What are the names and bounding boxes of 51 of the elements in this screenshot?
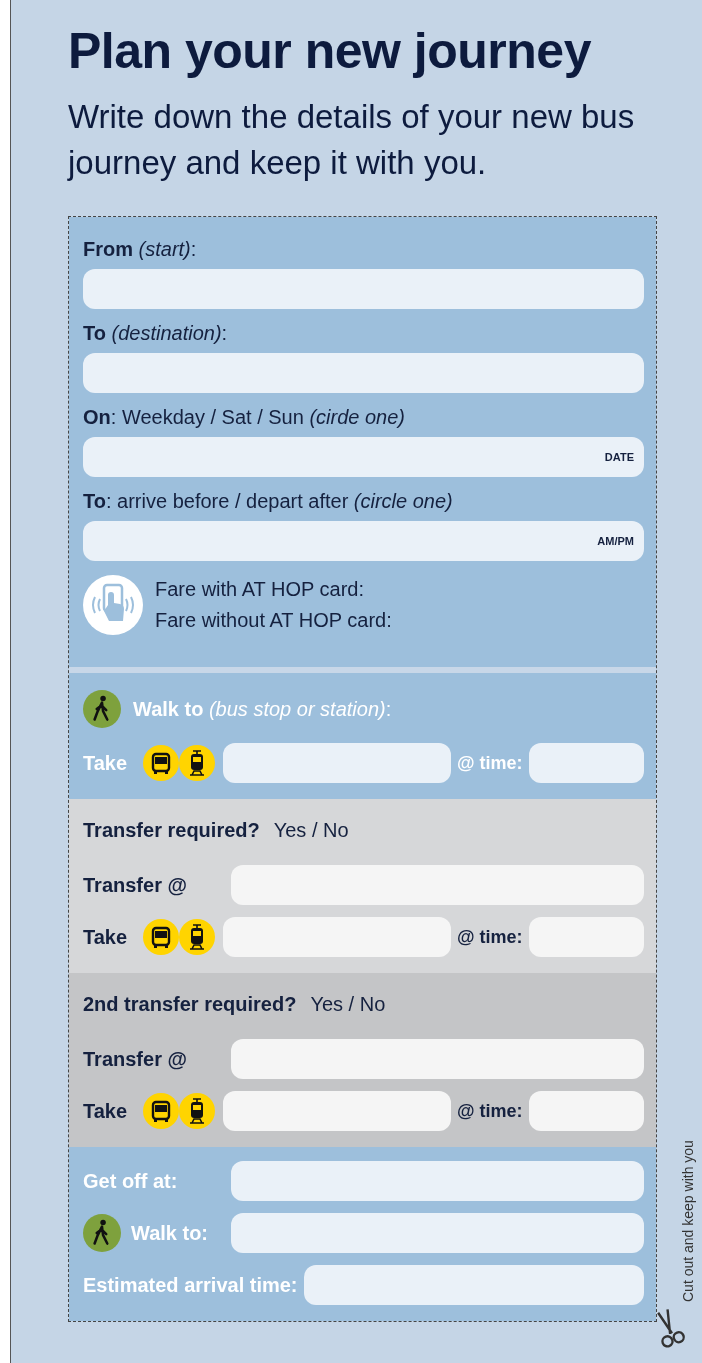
field-label: To: arrive before / depart after (circle one) [83, 489, 453, 513]
train-icon [179, 745, 215, 781]
time-label: @ time: [457, 1100, 523, 1122]
input-field[interactable] [223, 743, 451, 783]
input-field[interactable]: DATE [83, 437, 644, 477]
field-label: To (destination): [83, 321, 228, 345]
page-title: Plan your new journey [68, 22, 592, 81]
page-subtitle: Write down the details of your new bus journey and keep it with you. [68, 97, 636, 183]
input-field[interactable] [83, 353, 644, 393]
question-label: Transfer required? [83, 818, 260, 842]
input-field[interactable] [303, 1265, 644, 1305]
input-field[interactable] [223, 1091, 451, 1131]
input-field[interactable] [528, 743, 644, 783]
field-hint: AM/PM [597, 535, 634, 547]
field-label: From (start): [83, 237, 197, 261]
train-icon [179, 919, 215, 955]
walking-person-icon [83, 690, 121, 728]
bus-icon [143, 1093, 179, 1129]
input-field[interactable] [528, 917, 644, 957]
input-field[interactable] [528, 1091, 644, 1131]
input-field[interactable] [83, 269, 644, 309]
field-label: Transfer @ [83, 1047, 188, 1071]
answer-options: Yes / No [310, 992, 386, 1016]
time-label: @ time: [457, 752, 523, 774]
input-field[interactable] [231, 1213, 644, 1253]
question-label: 2nd transfer required? [83, 992, 297, 1016]
bus-icon [143, 919, 179, 955]
take-label: Take [83, 925, 129, 949]
field-label: Get off at: [83, 1169, 179, 1193]
input-field[interactable] [231, 1039, 644, 1079]
fare-label: Fare without AT HOP card: [155, 609, 392, 632]
card-tap-icon [83, 575, 143, 635]
take-label: Take [83, 751, 129, 775]
field-label: On: Weekday / Sat / Sun (cirde one) [83, 405, 405, 429]
answer-options: Yes / No [273, 818, 349, 842]
fare-label: Fare with AT HOP card: [155, 578, 365, 601]
input-field[interactable] [231, 1161, 644, 1201]
input-field[interactable]: AM/PM [83, 521, 644, 561]
input-field[interactable] [231, 865, 644, 905]
field-hint: DATE [604, 451, 634, 463]
take-label: Take [83, 1099, 129, 1123]
walking-person-icon [83, 1214, 121, 1252]
field-label: Estimated arrival time: [83, 1273, 298, 1297]
cut-out-note: Cut out and keep with you [680, 1140, 696, 1302]
bus-icon [143, 745, 179, 781]
walk-label: Walk to (bus stop or station): [133, 697, 392, 721]
time-label: @ time: [457, 926, 523, 948]
input-field[interactable] [223, 917, 451, 957]
field-label: Walk to: [131, 1221, 209, 1245]
field-label: Transfer @ [83, 873, 188, 897]
train-icon [179, 1093, 215, 1129]
